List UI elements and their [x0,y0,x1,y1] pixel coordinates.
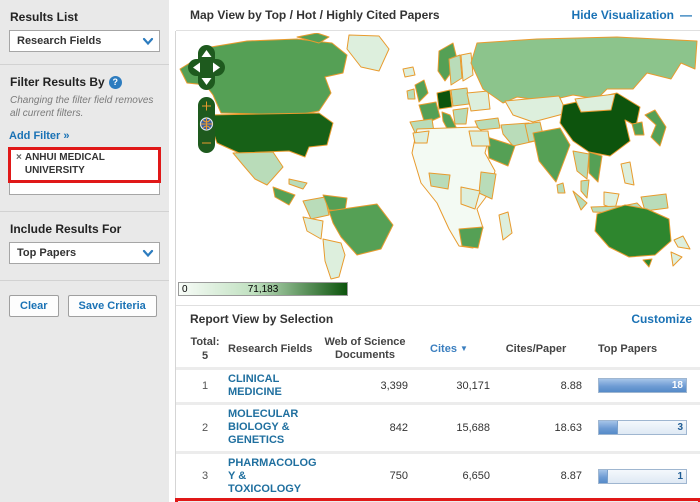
include-results-value: Top Papers [17,247,76,259]
top-papers-value: 1 [677,471,683,482]
chevron-down-icon [141,246,155,260]
filter-item-anhui[interactable]: ×ANHUI MEDICAL UNIVERSITY [10,149,159,181]
clear-button[interactable]: Clear [9,295,59,317]
top-papers-value: 18 [672,380,683,391]
main-content: Map View by Top / Hot / Highly Cited Pap… [176,0,700,502]
add-filter-link[interactable]: Add Filter » [9,130,70,142]
map-title: Map View by Top / Hot / Highly Cited Pap… [190,8,440,22]
filter-note: Changing the filter field removes all cu… [10,95,159,120]
report-header: Report View by Selection Customize [176,306,700,332]
world-map[interactable] [177,33,699,280]
wos-docs-cell: 3,399 [322,380,408,392]
results-list-heading: Results List [10,10,160,24]
table-row: 3 PHARMACOLOGY & TOXICOLOGY 750 6,650 8.… [176,451,700,500]
top-papers-bar: 1 [598,469,687,484]
table-row: 2 MOLECULAR BIOLOGY & GENETICS 842 15,68… [176,402,700,451]
rank-cell: 3 [190,470,220,482]
top-papers-bar-fill [599,470,608,483]
map-legend: 0 71,183 [178,282,348,296]
cites-sort-header[interactable]: Cites ▼ [408,343,490,356]
top-papers-value: 3 [677,422,683,433]
cites-cell: 15,688 [408,422,490,434]
results-list-value: Research Fields [17,35,101,47]
map-header: Map View by Top / Hot / Highly Cited Pap… [176,0,700,31]
chevron-down-icon [141,34,155,48]
results-list-dropdown[interactable]: Research Fields [9,30,160,52]
wos-documents-header: Web of Science Documents [322,336,408,362]
cites-per-paper-header: Cites/Paper [490,343,582,356]
cites-cell: 6,650 [408,470,490,482]
customize-link[interactable]: Customize [631,312,692,326]
cites-cell: 30,171 [408,380,490,392]
legend-max: 71,183 [179,284,347,295]
table-body: 1 CLINICAL MEDICINE 3,399 30,171 8.88 18… [176,367,700,502]
help-icon[interactable]: ? [109,76,122,89]
sidebar-divider [0,280,169,281]
top-papers-bar-fill [599,421,618,434]
pan-control[interactable] [188,45,225,90]
wos-docs-cell: 842 [322,422,408,434]
table-row: 1 CLINICAL MEDICINE 3,399 30,171 8.88 18 [176,367,700,402]
esi-app: Results List Research Fields Filter Resu… [0,0,700,502]
filter-item-label: ANHUI MEDICAL UNIVERSITY [25,152,155,177]
remove-filter-icon[interactable]: × [16,152,22,163]
rank-cell: 2 [190,422,220,434]
sort-desc-icon: ▼ [460,344,468,353]
cites-per-paper-cell: 18.63 [490,422,582,434]
research-field-link[interactable]: PHARMACOLOGY & TOXICOLOGY [228,457,322,497]
sidebar: Results List Research Fields Filter Resu… [0,0,169,502]
save-criteria-button[interactable]: Save Criteria [68,295,157,317]
wos-docs-cell: 750 [322,470,408,482]
sidebar-divider [0,64,169,65]
top-papers-bar: 18 [598,378,687,393]
map-south-america[interactable] [303,195,393,279]
rank-cell: 1 [190,380,220,392]
filter-listbox: ×ANHUI MEDICAL UNIVERSITY [9,148,160,195]
include-results-dropdown[interactable]: Top Papers [9,242,160,264]
research-fields-header: Research Fields [228,343,322,356]
collapse-icon: — [680,8,692,22]
cites-per-paper-cell: 8.87 [490,470,582,482]
hide-visualization-link[interactable]: Hide Visualization— [572,8,692,22]
total-header: Total:5 [190,335,220,364]
table-header: Total:5 Research Fields Web of Science D… [176,332,700,367]
include-results-heading: Include Results For [10,222,160,236]
cites-per-paper-cell: 8.88 [490,380,582,392]
zoom-control[interactable] [198,97,215,153]
map-oceania[interactable] [595,205,690,267]
top-papers-bar: 3 [598,420,687,435]
sidebar-divider [0,211,169,212]
top-papers-header: Top Papers [598,343,700,356]
map-area: 0 71,183 [176,31,700,306]
map-pan-zoom-control[interactable] [188,45,226,157]
research-field-link[interactable]: MOLECULAR BIOLOGY & GENETICS [228,408,322,448]
report-title: Report View by Selection [190,312,333,326]
research-field-link[interactable]: CLINICAL MEDICINE [228,373,322,399]
filter-by-heading: Filter Results By? [10,75,160,89]
